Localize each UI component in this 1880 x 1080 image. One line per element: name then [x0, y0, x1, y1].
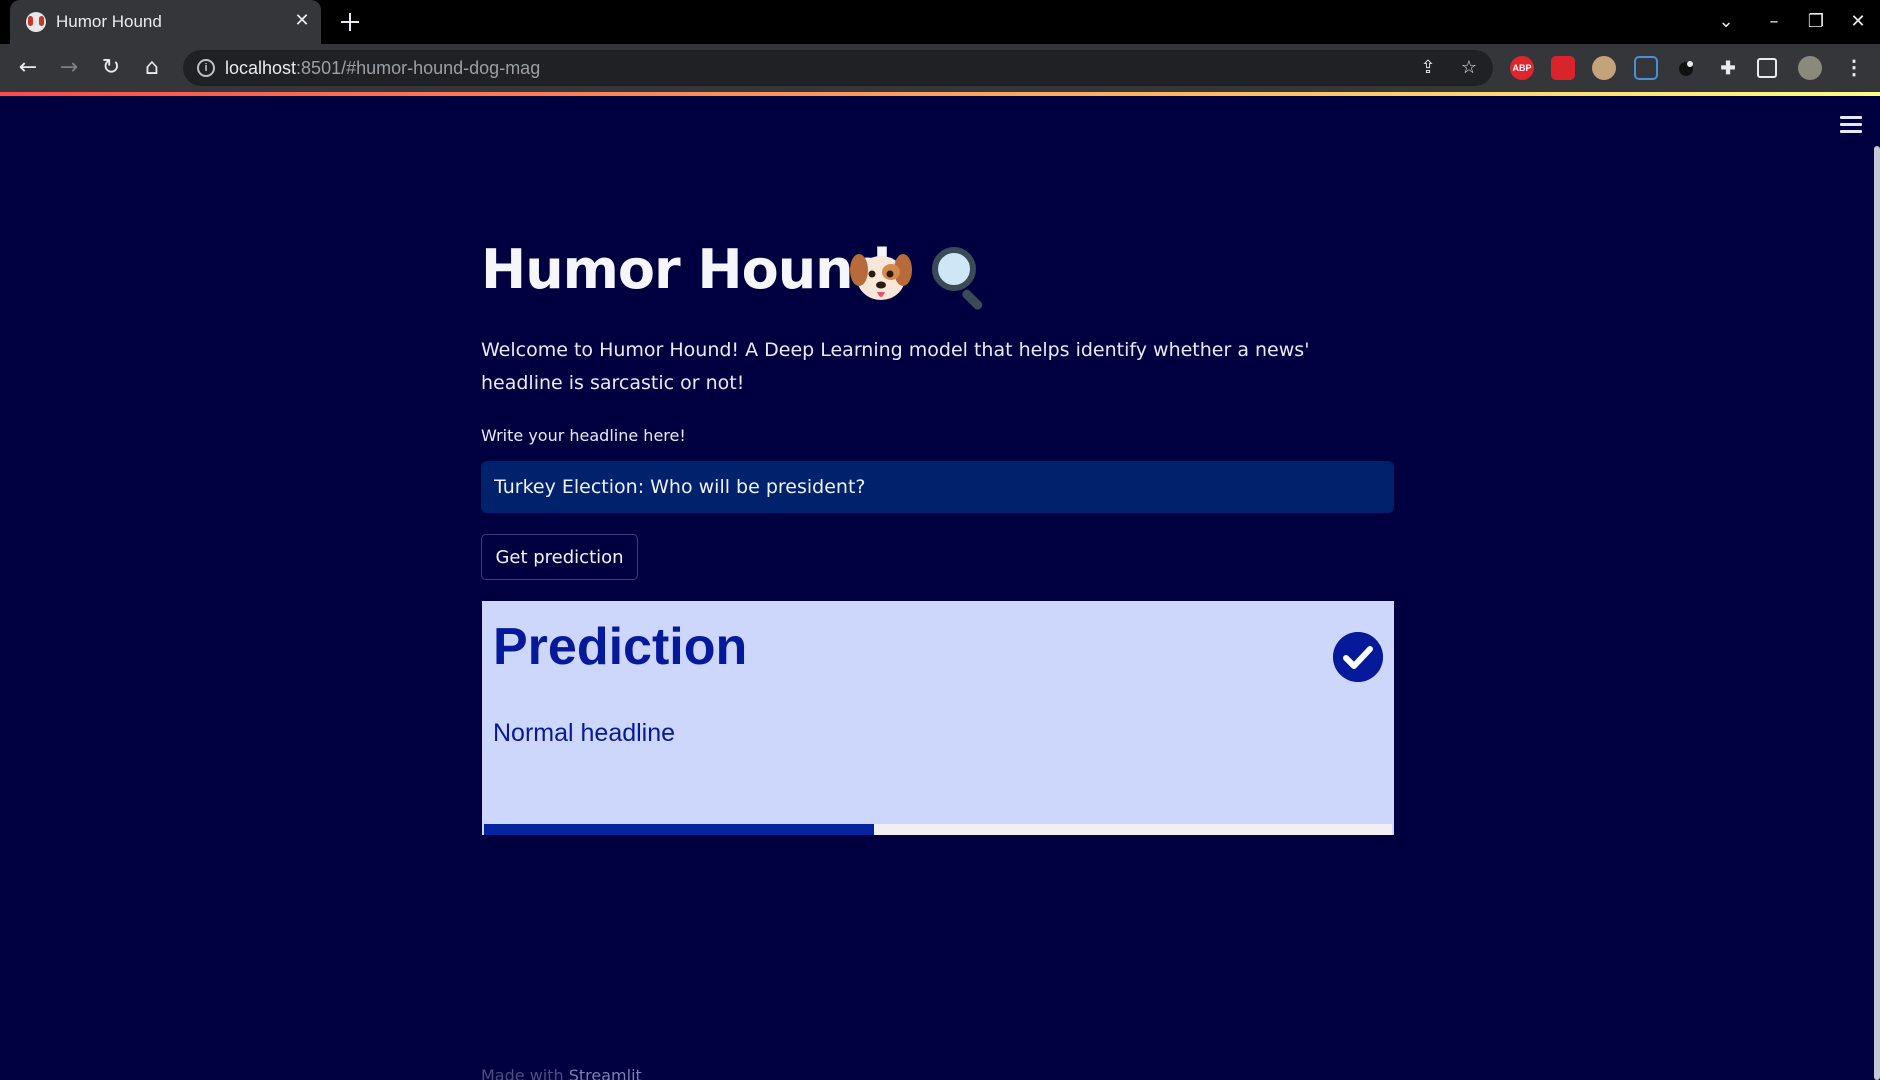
streamlit-link[interactable]: Streamlit [569, 1066, 642, 1080]
dog-face-icon [850, 254, 912, 300]
minimize-icon[interactable]: – [1760, 8, 1788, 36]
prediction-result-text: Normal headline [493, 719, 676, 747]
headline-input-label: Write your headline here! [481, 426, 686, 445]
owl-extension-icon[interactable] [1592, 56, 1616, 80]
close-tab-icon[interactable]: ✕ [290, 9, 314, 33]
check-circle-icon [1333, 632, 1383, 682]
share-icon[interactable]: ⇪ [1416, 56, 1440, 80]
bookmark-star-icon[interactable]: ☆ [1457, 56, 1481, 80]
side-panel-icon[interactable] [1757, 58, 1777, 78]
app-container: Humor Hound Welcome to Humor Hound! A De… [0, 96, 1880, 1080]
page-title: Humor Hound [481, 238, 891, 301]
site-info-icon[interactable]: i [197, 59, 215, 77]
get-prediction-button[interactable]: Get prediction [481, 534, 638, 580]
extensions-puzzle-icon[interactable]: ✚ [1716, 56, 1740, 80]
dark-reader-icon[interactable] [1675, 56, 1699, 80]
browser-tab-bar: Humor Hound ✕ ⌄ – ❐ ✕ [0, 0, 1880, 44]
intro-text: Welcome to Humor Hound! A Deep Learning … [481, 339, 1310, 394]
translate-icon[interactable] [1634, 56, 1658, 80]
address-bar[interactable]: i localhost:8501/#humor-hound-dog-mag ⇪ … [183, 50, 1493, 86]
hamburger-menu-icon[interactable] [1840, 116, 1862, 134]
tab-title: Humor Hound [56, 12, 162, 31]
confidence-progress-bar [484, 824, 1392, 835]
confidence-progress-fill [484, 824, 875, 835]
new-tab-icon[interactable] [336, 8, 364, 36]
prediction-title: Prediction [493, 618, 748, 676]
restore-icon[interactable]: ❐ [1802, 8, 1830, 36]
forward-icon[interactable]: → [55, 54, 83, 82]
browser-toolbar: ← → ↻ ⌂ i localhost:8501/#humor-hound-do… [0, 44, 1880, 92]
browser-tab[interactable]: Humor Hound ✕ [10, 0, 321, 44]
footer: Made with Streamlit [481, 1066, 642, 1080]
scrollbar[interactable] [1874, 146, 1880, 1080]
dog-favicon-icon [26, 12, 46, 32]
back-icon[interactable]: ← [14, 54, 42, 82]
browser-menu-icon[interactable]: ⋮ [1842, 56, 1866, 80]
prediction-card: Prediction Normal headline [482, 601, 1394, 835]
headline-input[interactable] [481, 461, 1394, 513]
magnifying-glass-icon [932, 247, 983, 310]
url-text[interactable]: localhost:8501/#humor-hound-dog-mag [225, 58, 540, 79]
home-icon[interactable]: ⌂ [138, 54, 166, 82]
reload-icon[interactable]: ↻ [97, 54, 125, 82]
adblock-plus-icon[interactable]: ABP [1510, 56, 1534, 80]
mendeley-icon[interactable] [1551, 56, 1575, 80]
tab-search-chevron-icon[interactable]: ⌄ [1712, 8, 1740, 36]
profile-avatar[interactable] [1798, 56, 1822, 80]
close-window-icon[interactable]: ✕ [1844, 8, 1872, 36]
